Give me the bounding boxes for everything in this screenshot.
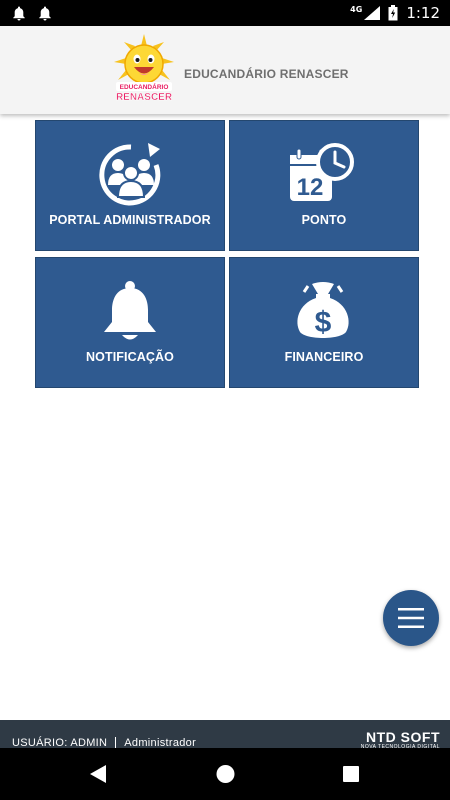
status-system: 4G 1:12 <box>350 4 440 22</box>
recents-icon[interactable] <box>343 766 359 782</box>
system-nav-bar <box>0 748 450 800</box>
back-icon[interactable] <box>89 764 107 784</box>
bell-icon <box>104 281 156 340</box>
brand-logo: NTD SOFT NOVA TECNOLOGIA DIGITAL <box>361 729 440 750</box>
dollar-sign: $ <box>315 306 332 339</box>
tile-label: PORTAL ADMINISTRADOR <box>49 213 211 227</box>
menu-icon <box>398 608 424 628</box>
network-type: 4G <box>350 4 363 14</box>
tile-ponto[interactable]: 12 PONTO <box>229 120 419 251</box>
admin-people-icon <box>99 143 161 206</box>
app-header: EDUCANDÁRIO RENASCER EDUCANDÁRIO RENASCE… <box>0 26 450 114</box>
tile-label: PONTO <box>301 213 347 227</box>
money-bag-icon: $ <box>297 282 349 339</box>
tile-financeiro[interactable]: $ FINANCEIRO <box>229 257 419 388</box>
notification-bell-icon <box>39 6 51 20</box>
calendar-clock-icon: 12 <box>290 143 354 201</box>
app-screen: 4G 1:12 EDUCANDÁRIO RENASCER EDUCANDÁRIO… <box>0 0 450 800</box>
battery-icon <box>388 5 398 21</box>
tile-label: FINANCEIRO <box>284 350 364 364</box>
tile-portal-administrador[interactable]: PORTAL ADMINISTRADOR <box>35 120 225 251</box>
app-title: EDUCANDÁRIO RENASCER <box>184 67 349 81</box>
menu-fab-button[interactable] <box>383 590 439 646</box>
logo-line2: RENASCER <box>116 92 173 103</box>
footer-bar: USUÁRIO: ADMIN Administrador NTD SOFT NOV… <box>0 720 450 750</box>
status-notifications <box>12 6 52 21</box>
school-logo: EDUCANDÁRIO RENASCER <box>114 34 174 103</box>
home-icon[interactable] <box>216 764 235 784</box>
clock: 1:12 <box>406 4 440 22</box>
tile-label: NOTIFICAÇÃO <box>86 350 174 364</box>
signal-icon <box>364 6 381 20</box>
logo-line1: EDUCANDÁRIO <box>120 82 169 91</box>
status-bar: 4G 1:12 <box>0 0 450 26</box>
notification-bell-icon <box>13 6 25 20</box>
brand-name: NTD SOFT <box>366 729 440 745</box>
tile-notificacao[interactable]: NOTIFICAÇÃO <box>35 257 225 388</box>
menu-grid: PORTAL ADMINISTRADOR 12 PONTO NOTIFICAÇÃ… <box>35 120 419 388</box>
calendar-day: 12 <box>297 174 324 201</box>
